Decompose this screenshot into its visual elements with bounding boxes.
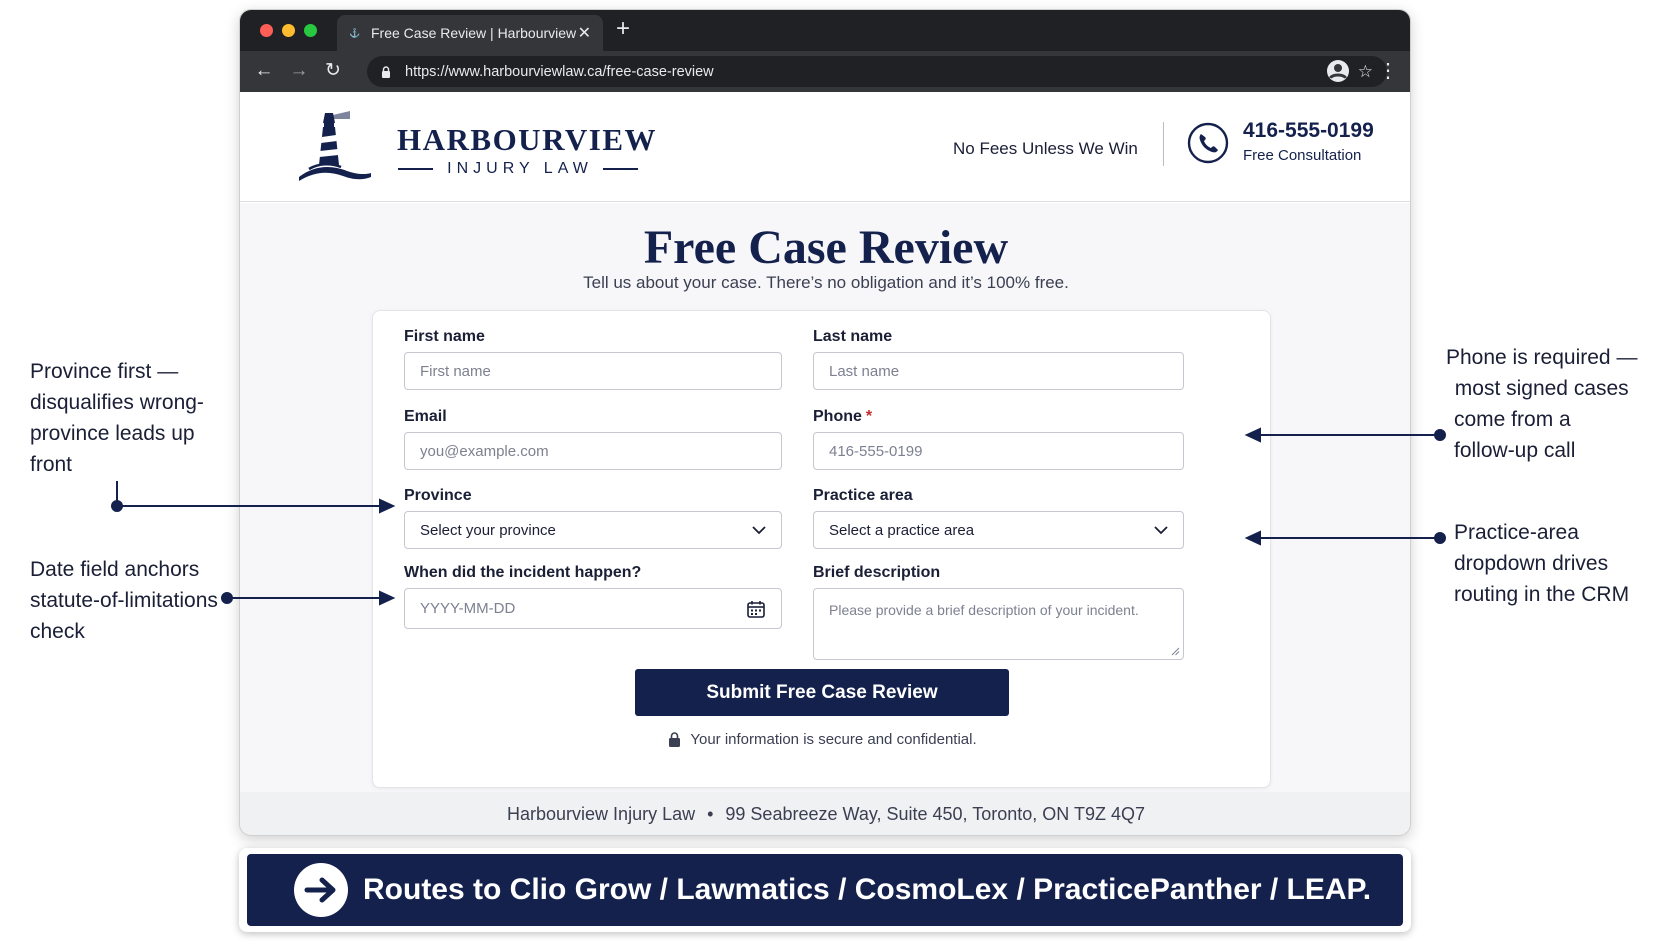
url-text: https://www.harbourviewlaw.ca/free-case-… [405,63,714,80]
incident-date-label: When did the incident happen? [404,564,642,581]
annotation-line: check [30,620,85,643]
phone-input[interactable]: 416-555-0199 [813,432,1184,470]
integration-banner: Routes to Clio Grow / Lawmatics / CosmoL… [239,848,1411,932]
divider [398,168,434,170]
profile-icon[interactable] [1326,59,1350,83]
province-select-value: Select your province [420,521,556,539]
description-label: Brief description [813,564,941,581]
phone-icon[interactable] [1187,122,1229,164]
annotation-line: come from a [1454,408,1571,431]
incident-date-input[interactable]: YYYY-MM-DD [404,588,782,629]
resize-handle-icon[interactable] [1171,647,1180,656]
annotation-line: follow-up call [1454,439,1576,462]
annotation-line: most signed cases [1454,377,1629,400]
description-placeholder: Please provide a brief description of yo… [829,602,1139,618]
annotation-line: Date field anchors [30,558,200,581]
arrow-right-icon [294,863,348,917]
integration-banner-text: Routes to Clio Grow / Lawmatics / CosmoL… [363,873,1372,906]
phone-label: Phone * [813,408,872,426]
footer-separator: • [707,804,714,824]
favicon-icon: ⚓ [349,28,361,38]
site-footer: Harbourview Injury Law • 99 Seabreeze Wa… [240,792,1410,835]
close-window-button[interactable] [260,24,273,37]
first-name-label: First name [404,328,485,345]
lighthouse-logo-icon [299,111,371,181]
annotation-line: Practice-area [1454,521,1579,544]
incident-date-placeholder: YYYY-MM-DD [420,600,516,617]
secure-note: Your information is secure and confident… [373,731,1272,748]
footer-firm: Harbourview Injury Law [507,804,696,824]
site-header: HARBOURVIEW INJURY LAW No Fees Unless We… [240,92,1410,202]
tab-bar: ⚓ Free Case Review | Harbourview ✕ + [240,10,1410,51]
page-subtitle: Tell us about your case. There’s no obli… [583,273,1069,292]
divider [602,168,639,170]
practice-area-select[interactable]: Select a practice area [813,511,1184,549]
calendar-icon[interactable] [746,599,766,619]
chevron-down-icon [1154,525,1168,534]
annotation-line: front [30,453,73,476]
secure-note-text: Your information is secure and confident… [690,731,977,748]
brand-name: HARBOURVIEW [397,122,657,157]
minimize-window-button[interactable] [282,24,295,37]
integration-banner-inner: Routes to Clio Grow / Lawmatics / CosmoL… [247,854,1403,926]
header-phone-number[interactable]: 416-555-0199 [1243,119,1374,143]
required-marker: * [865,408,873,425]
tagline: No Fees Unless We Win [953,139,1138,158]
email-input[interactable]: you@example.com [404,432,782,470]
province-label: Province [404,487,472,504]
main-content: Free Case Review Tell us about your case… [240,203,1410,793]
browser-tab[interactable]: ⚓ Free Case Review | Harbourview ✕ [337,15,603,51]
address-bar[interactable]: https://www.harbourviewlaw.ca/free-case-… [367,56,1387,87]
forward-icon[interactable]: → [287,59,311,83]
maximize-window-button[interactable] [304,24,317,37]
practice-area-label: Practice area [813,487,913,504]
province-select[interactable]: Select your province [404,511,782,549]
star-icon[interactable]: ☆ [1358,62,1373,82]
brand-subtitle-text: INJURY LAW [447,160,593,177]
annotation-line: dropdown drives [1454,552,1609,575]
browser-window: ⚓ Free Case Review | Harbourview ✕ + ← →… [239,9,1411,836]
chevron-down-icon [752,525,766,534]
annotation-line: statute-of-limitations [30,589,218,612]
close-tab-icon[interactable]: ✕ [578,23,591,43]
phone-label-text: Phone [813,408,862,425]
padlock-icon [669,732,681,747]
date-annotation: Date field anchors statute-of-limitation… [30,554,218,647]
submit-button[interactable]: Submit Free Case Review [635,669,1009,716]
tab-title: Free Case Review | Harbourview [371,25,577,41]
annotation-line: Phone is required — [1446,346,1638,369]
menu-icon[interactable]: ⋮ [1378,59,1398,83]
back-icon[interactable]: ← [252,59,276,83]
email-label: Email [404,408,447,425]
page-title: Free Case Review [643,221,1009,274]
divider [1163,122,1164,166]
reload-icon[interactable]: ↻ [321,59,345,83]
last-name-label: Last name [813,328,893,345]
phone-annotation: Phone is required — most signed cases co… [1446,342,1637,466]
new-tab-button[interactable]: + [616,16,630,42]
header-consult-text: Free Consultation [1243,147,1362,164]
annotation-line: province leads up [30,422,195,445]
annotation-line: disqualifies wrong- [30,391,204,414]
last-name-input[interactable]: Last name [813,352,1184,390]
first-name-input[interactable]: First name [404,352,782,390]
brand-subtitle: INJURY LAW [398,160,639,178]
footer-address: 99 Seabreeze Way, Suite 450, Toronto, ON… [725,804,1145,824]
annotation-line: routing in the CRM [1454,583,1630,606]
practice-annotation: Practice-area dropdown drives routing in… [1454,517,1629,610]
annotation-line: Province first — [30,360,179,383]
description-textarea[interactable]: Please provide a brief description of yo… [813,588,1184,660]
case-review-form: First name First name Last name Last nam… [372,310,1271,788]
practice-area-select-value: Select a practice area [829,521,975,539]
browser-toolbar: ← → ↻ https://www.harbourviewlaw.ca/free… [240,51,1410,92]
lock-icon [382,65,390,78]
province-annotation: Province first — disqualifies wrong- pro… [30,356,204,480]
